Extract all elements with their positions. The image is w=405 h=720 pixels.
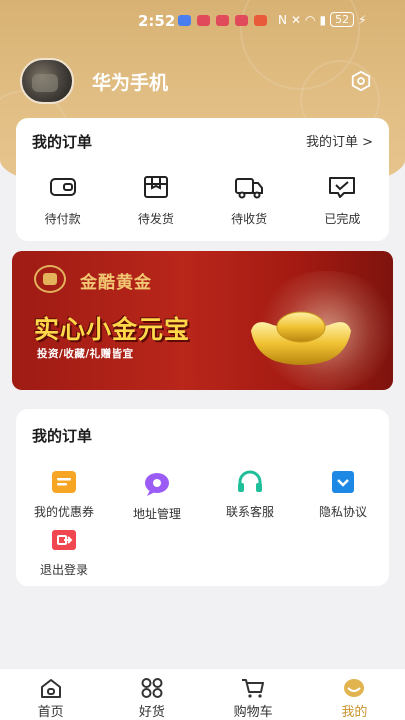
banner-subtitle: 投资/收藏/礼赠皆宜 — [37, 348, 134, 360]
notification-icons — [178, 15, 267, 26]
banner-brand: 金酷黄金 — [80, 273, 152, 293]
customer-service-button[interactable]: 联系客服 — [205, 469, 295, 520]
truck-icon — [235, 178, 264, 199]
settings-icon[interactable] — [350, 70, 372, 92]
banner-headline: 实心小金元宝 — [34, 315, 191, 344]
gold-ingot-image — [251, 311, 351, 365]
system-status-icons: N ✕ ◠ ▮ 52 ⚡ — [278, 12, 367, 27]
app-notification-icon — [178, 15, 191, 26]
logout-label: 退出登录 — [39, 563, 88, 577]
battery-icon: 52 — [330, 12, 355, 27]
grid-icon — [141, 678, 163, 698]
customer-service-label: 联系客服 — [225, 505, 274, 519]
tab-label: 我的 — [341, 705, 368, 720]
brand-logo-icon — [34, 265, 66, 293]
charging-icon: ⚡ — [358, 12, 367, 27]
location-icon — [145, 473, 169, 496]
wifi-icon: ◠ — [305, 12, 316, 27]
package-icon — [143, 176, 168, 198]
tab-cart[interactable]: 购物车 — [203, 669, 304, 720]
app-notification-icon — [216, 15, 229, 26]
coupon-label: 我的优惠券 — [33, 505, 94, 519]
services-title: 我的订单 — [32, 427, 93, 445]
profile-icon — [344, 679, 365, 697]
logout-button[interactable]: 退出登录 — [19, 527, 109, 578]
status-time: 2:52 — [138, 12, 176, 30]
order-item-label: 待付款 — [44, 212, 81, 226]
orders-card: 我的订单 我的订单 > 待付款 待发货 待收货 已完成 — [16, 118, 389, 241]
coupon-button[interactable]: 我的优惠券 — [19, 469, 109, 520]
privacy-icon — [332, 471, 354, 493]
completed-icon — [329, 177, 356, 198]
mute-icon: ✕ — [290, 12, 302, 27]
tab-profile[interactable]: 我的 — [304, 669, 405, 720]
signal-icon: ▮ — [319, 12, 327, 27]
wallet-icon — [49, 178, 76, 196]
order-item-label: 已完成 — [324, 212, 361, 226]
services-card: 我的订单 我的优惠券 地址管理 联系客服 隐私协议 退出登录 — [16, 409, 389, 586]
address-label: 地址管理 — [132, 507, 181, 521]
app-notification-icon — [197, 15, 210, 26]
bottom-tab-bar: 首页 好货 购物车 我的 — [0, 668, 405, 720]
privacy-label: 隐私协议 — [318, 505, 367, 519]
tab-goods[interactable]: 好货 — [101, 669, 202, 720]
app-notification-icon — [235, 15, 248, 26]
app-notification-icon — [254, 15, 267, 26]
nfc-icon: N — [278, 12, 287, 27]
status-bar: 2:52 N ✕ ◠ ▮ 52 ⚡ — [0, 0, 405, 40]
order-item-label: 待发货 — [137, 212, 174, 226]
tab-label: 好货 — [138, 705, 165, 720]
logout-icon — [52, 530, 76, 550]
username: 华为手机 — [92, 72, 169, 94]
order-item-pending-payment[interactable]: 待付款 — [16, 174, 109, 227]
cart-icon — [242, 679, 265, 698]
tab-home[interactable]: 首页 — [0, 669, 101, 720]
order-item-pending-receipt[interactable]: 待收货 — [203, 174, 296, 227]
avatar[interactable] — [20, 58, 74, 104]
tab-label: 首页 — [37, 705, 64, 720]
orders-title: 我的订单 — [32, 133, 93, 151]
coupon-icon — [52, 471, 76, 493]
all-orders-link[interactable]: 我的订单 > — [306, 131, 373, 150]
home-icon — [40, 679, 61, 698]
headset-icon — [238, 470, 262, 492]
order-item-pending-shipment[interactable]: 待发货 — [109, 174, 202, 227]
profile-header: 华为手机 — [20, 58, 385, 104]
privacy-button[interactable]: 隐私协议 — [298, 469, 388, 520]
order-item-label: 待收货 — [231, 212, 268, 226]
order-item-completed[interactable]: 已完成 — [296, 174, 389, 227]
promo-banner[interactable]: 金酷黄金 实心小金元宝 投资/收藏/礼赠皆宜 — [12, 251, 393, 390]
tab-label: 购物车 — [233, 705, 273, 720]
address-button[interactable]: 地址管理 — [112, 471, 202, 522]
